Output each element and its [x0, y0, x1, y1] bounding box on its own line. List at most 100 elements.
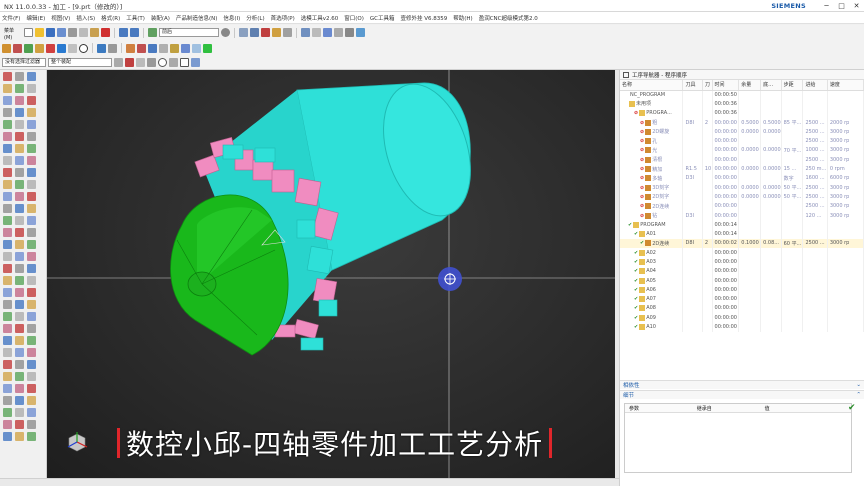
sketch-tool-icon[interactable] — [15, 179, 24, 189]
sketch-tool-icon[interactable] — [3, 371, 12, 381]
verify-icon[interactable] — [68, 43, 77, 53]
delete-icon[interactable] — [101, 28, 110, 37]
sketch-tool-icon[interactable] — [15, 287, 24, 297]
sketch-tool-icon[interactable] — [15, 251, 24, 261]
operation-row[interactable]: ✔ PROGRAM 00:00:14 — [620, 220, 864, 230]
operation-row[interactable]: ⊘ 2D连续 00:00:00 2500 ... 3000 rp — [620, 201, 864, 211]
sketch-tool-icon[interactable] — [3, 227, 12, 237]
column-header[interactable]: 速度 — [827, 80, 864, 91]
sketch-tool-icon[interactable] — [15, 155, 24, 165]
sketch-tool-icon[interactable] — [15, 119, 24, 129]
menu-item[interactable]: 分析(L) — [246, 14, 264, 22]
menu-item[interactable]: 插入(S) — [76, 14, 95, 22]
snap-point-icon[interactable] — [125, 58, 134, 67]
column-header[interactable]: 名称 — [620, 80, 684, 91]
sketch-tool-icon[interactable] — [3, 239, 12, 249]
sketch-tool-icon[interactable] — [3, 263, 12, 273]
sketch-tool-icon[interactable] — [3, 395, 12, 405]
operation-row[interactable]: ✔ 2D连续 D8I 2 00:00:02 0.1000 0.08... 60 平... 250… — [620, 238, 864, 249]
details-section[interactable]: 细节 ⌃ — [620, 390, 864, 399]
operation-row[interactable]: ✔ A04 00:00:00 — [620, 266, 864, 276]
details-column-header[interactable]: 值 — [761, 405, 851, 412]
column-header[interactable]: 刀 — [702, 80, 713, 91]
sketch-tool-icon[interactable] — [3, 359, 12, 369]
fit-icon[interactable] — [345, 28, 354, 37]
sketch-tool-icon[interactable] — [3, 287, 12, 297]
shop-doc-icon[interactable] — [181, 43, 190, 53]
sketch-tool-icon[interactable] — [27, 323, 36, 333]
snap-center-icon[interactable] — [158, 58, 167, 67]
operation-row[interactable]: ⊘ 多轴 D3I 00:00:00 数字 1600 ... 6000 rp — [620, 173, 864, 183]
dependency-section[interactable]: 相依性 ⌄ — [620, 380, 864, 389]
operation-row[interactable]: ⊘ 清根 00:00:00 2500 ... 3000 rp — [620, 155, 864, 165]
circle-icon[interactable] — [79, 43, 88, 53]
sketch-tool-icon[interactable] — [27, 311, 36, 321]
sketch-tool-icon[interactable] — [27, 395, 36, 405]
sketch-tool-icon[interactable] — [3, 311, 12, 321]
sketch-tool-icon[interactable] — [27, 191, 36, 201]
sketch-tool-icon[interactable] — [27, 359, 36, 369]
sketch-tool-icon[interactable] — [15, 203, 24, 213]
sketch-tool-icon[interactable] — [3, 155, 12, 165]
sketch-tool-icon[interactable] — [27, 275, 36, 285]
sketch-tool-icon[interactable] — [15, 335, 24, 345]
menu-item[interactable]: 视图(V) — [51, 14, 70, 22]
selection-filter-select[interactable]: 没有选择过滤器 — [2, 58, 46, 67]
sketch-tool-icon[interactable] — [15, 311, 24, 321]
sketch-tool-icon[interactable] — [27, 251, 36, 261]
open-icon[interactable] — [35, 28, 44, 37]
operation-row[interactable]: ✔ A03 00:00:00 — [620, 257, 864, 267]
operation-row[interactable]: NC_PROGRAM 00:00:50 — [620, 90, 864, 100]
column-header[interactable]: 余量 — [738, 80, 762, 91]
generate-icon[interactable] — [57, 43, 66, 53]
sketch-tool-icon[interactable] — [15, 107, 24, 117]
operation-row[interactable]: ⊘ 2D刻字 00:00:00 0.0000 0.0000 50 平... 2500 ...… — [620, 192, 864, 202]
menu-item[interactable]: 选模工具v2.60 — [301, 14, 339, 22]
snap-face-icon[interactable] — [180, 58, 189, 67]
sketch-tool-icon[interactable] — [15, 383, 24, 393]
sketch-tool-icon[interactable] — [15, 419, 24, 429]
geometry-view-icon[interactable] — [137, 43, 146, 53]
sketch-tool-icon[interactable] — [27, 131, 36, 141]
operation-row[interactable]: ✔ A02 00:00:00 — [620, 248, 864, 258]
sketch-tool-icon[interactable] — [3, 143, 12, 153]
sketch-tool-icon[interactable] — [3, 347, 12, 357]
sketch-tool-icon[interactable] — [27, 263, 36, 273]
simulate-icon[interactable] — [192, 43, 201, 53]
sketch-tool-icon[interactable] — [3, 83, 12, 93]
sketch-tool-icon[interactable] — [3, 215, 12, 225]
sketch-tool-icon[interactable] — [27, 239, 36, 249]
copy-icon[interactable] — [79, 28, 88, 37]
save-as-icon[interactable] — [57, 28, 66, 37]
program-view-icon[interactable] — [148, 43, 157, 53]
menu-item[interactable]: 壹修外挂 V6.8359 — [401, 14, 448, 22]
operation-row[interactable]: ⊘ PROGRA... 00:00:36 — [620, 108, 864, 118]
tool-icon[interactable] — [272, 28, 281, 37]
rotate-icon[interactable] — [97, 43, 106, 53]
refresh-icon[interactable] — [148, 28, 157, 37]
sketch-tool-icon[interactable] — [3, 431, 12, 441]
operation-row[interactable]: ⊘ 精加 R1.5 10 00:00:00 0.0000 0.0000 15 ... 250 m… — [620, 164, 864, 174]
sketch-tool-icon[interactable] — [27, 287, 36, 297]
sketch-tool-icon[interactable] — [27, 143, 36, 153]
sketch-tool-icon[interactable] — [3, 119, 12, 129]
box-icon[interactable] — [323, 28, 332, 37]
check-icon[interactable]: ✔ — [848, 403, 856, 413]
postprocess-icon[interactable] — [170, 43, 179, 53]
sketch-tool-icon[interactable] — [15, 227, 24, 237]
details-column-header[interactable]: 继承自 — [693, 405, 761, 412]
sketch-tool-icon[interactable] — [15, 407, 24, 417]
sketch-tool-icon[interactable] — [27, 71, 36, 81]
render-icon[interactable] — [301, 28, 310, 37]
sketch-tool-icon[interactable] — [15, 395, 24, 405]
menu-item[interactable]: 装配(A) — [151, 14, 170, 22]
sketch-tool-icon[interactable] — [15, 263, 24, 273]
create-geometry-icon[interactable] — [24, 43, 33, 53]
column-header[interactable]: 进给 — [802, 80, 828, 91]
paste-icon[interactable] — [90, 28, 99, 37]
sketch-tool-icon[interactable] — [3, 323, 12, 333]
sketch-tool-icon[interactable] — [15, 323, 24, 333]
sketch-tool-icon[interactable] — [27, 179, 36, 189]
sketch-tool-icon[interactable] — [15, 167, 24, 177]
menu-item[interactable]: 工具(T) — [126, 14, 145, 22]
